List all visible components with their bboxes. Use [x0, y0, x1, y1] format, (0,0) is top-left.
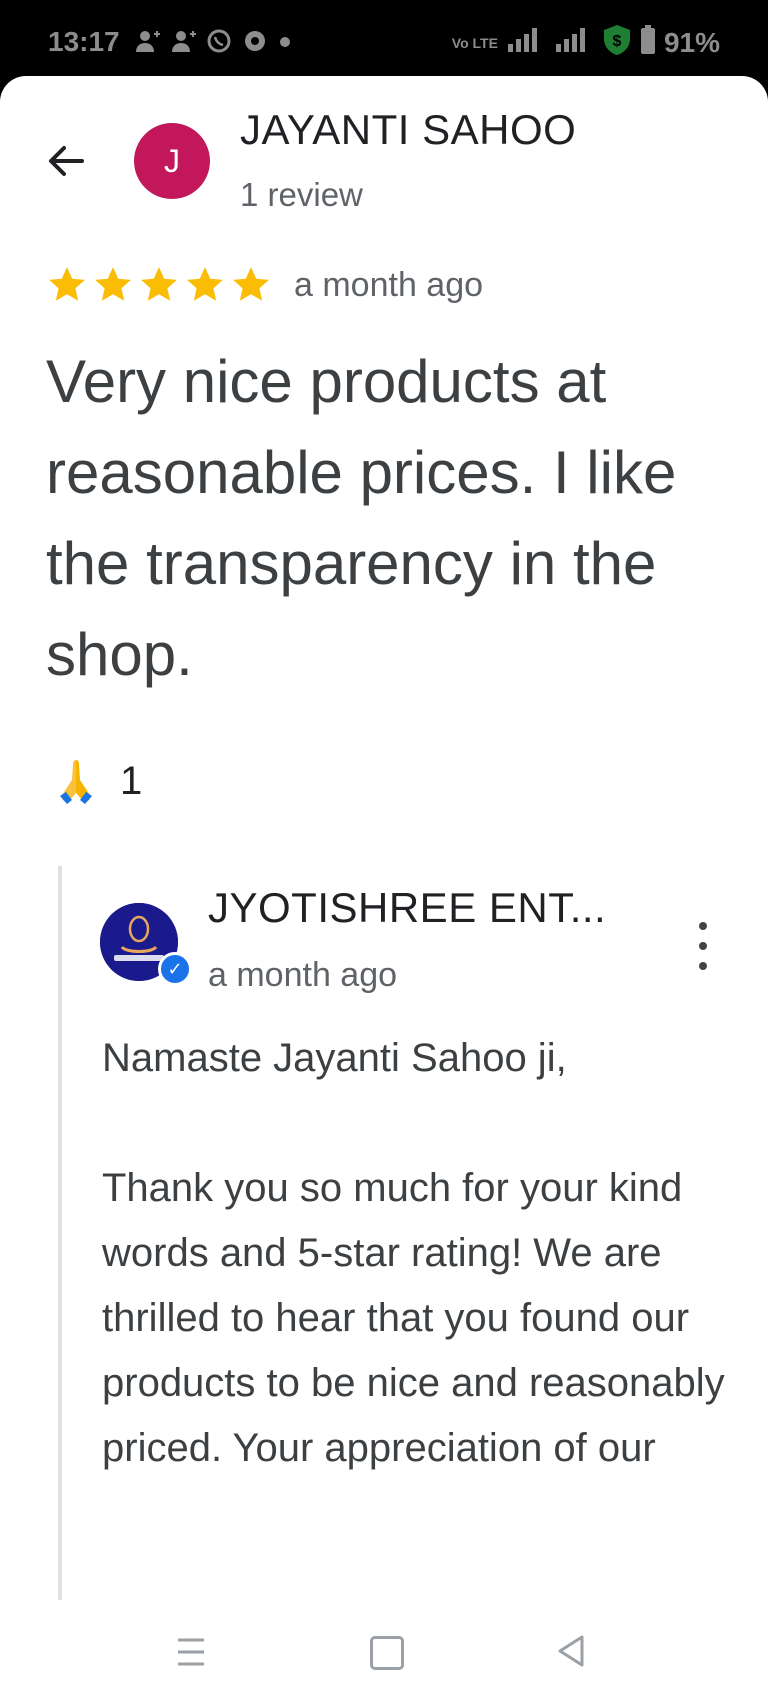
star-icon [95, 267, 131, 301]
chrome-icon [242, 28, 268, 59]
avatar-initial: J [164, 142, 180, 179]
shield-dollar-icon: $ [602, 24, 632, 61]
signal-icon [506, 26, 546, 59]
star-icon [141, 267, 177, 301]
rating-row: a month ago [46, 264, 483, 306]
reviewer-name[interactable]: JAYANTI SAHOO [240, 106, 576, 154]
notification-icons [134, 28, 292, 59]
folded-hands-icon [60, 760, 92, 804]
svg-text:$: $ [613, 33, 622, 50]
review-time: a month ago [294, 265, 484, 304]
more-vert-icon[interactable] [688, 916, 718, 976]
star-icon [187, 267, 223, 301]
back-button[interactable] [42, 136, 92, 186]
navigation-bar [0, 1600, 768, 1706]
person-add-icon [134, 28, 160, 59]
reaction-count: 1 [120, 758, 143, 803]
status-time: 13:17 [48, 26, 120, 57]
star-icon [49, 267, 85, 301]
volte-icon: Vo LTE [451, 34, 498, 51]
battery-level: 91% [663, 26, 720, 58]
owner-reply-text: Namaste Jayanti Sahoo ji, Thank you so m… [102, 1036, 725, 1470]
recent-apps-icon[interactable] [176, 1636, 206, 1668]
arrow-back-icon [49, 146, 84, 176]
status-bar: 13:17 Vo LTE $ 91% [0, 0, 768, 78]
business-name[interactable]: JYOTISHREE ENT... [208, 884, 606, 932]
star-icon [233, 267, 269, 301]
verified-badge-icon: ✓ [158, 952, 192, 986]
review-count: 1 review [240, 176, 363, 213]
home-icon[interactable] [370, 1636, 404, 1670]
review-text: Very nice products at reasonable prices.… [46, 348, 677, 688]
reply-divider [58, 866, 62, 1676]
reply-time: a month ago [208, 956, 398, 994]
reviewer-avatar[interactable]: J [134, 123, 210, 199]
dot-icon [278, 28, 292, 59]
system-icons: Vo LTE $ 91% [452, 24, 720, 61]
battery-icon [640, 25, 656, 60]
signal-icon [554, 26, 594, 59]
review-sheet: J JAYANTI SAHOO 1 review a month ago Ver… [0, 76, 768, 1706]
back-triangle-icon[interactable] [556, 1634, 586, 1668]
whatsapp-icon [206, 28, 232, 59]
star-rating [46, 264, 272, 306]
reaction-button[interactable]: 1 [54, 756, 142, 806]
person-add-icon [170, 28, 196, 59]
